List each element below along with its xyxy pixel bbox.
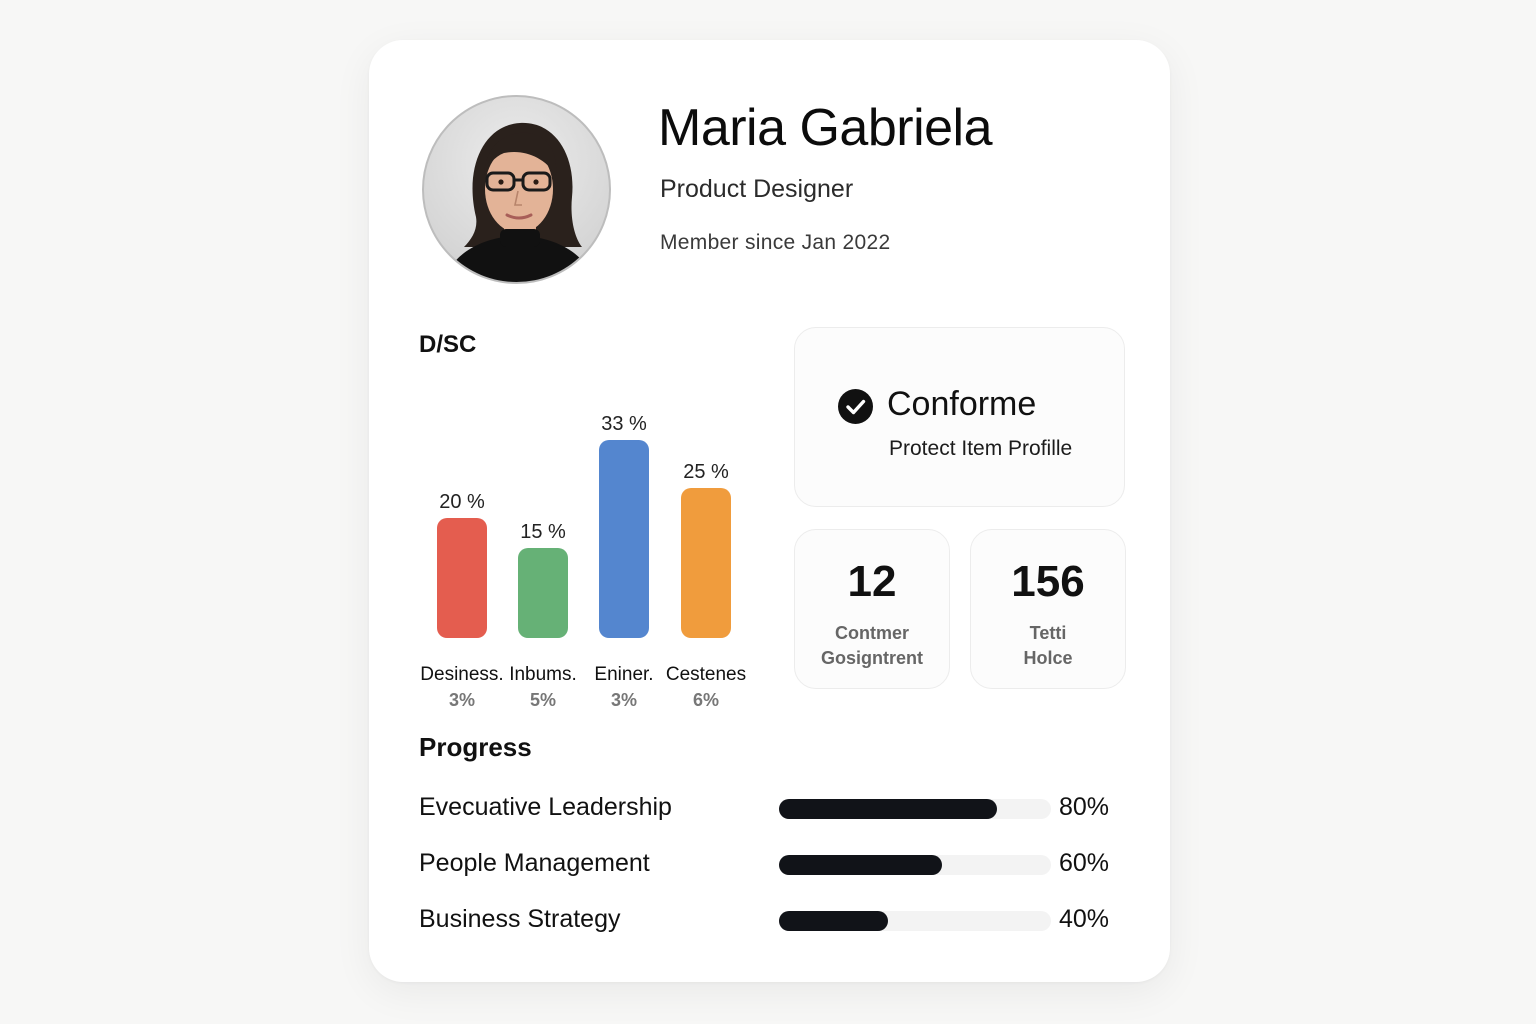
- category-sublabel: 3%: [611, 690, 637, 710]
- status-subtitle: Protect Item Profille: [889, 437, 1073, 460]
- stat-card: 156 Tetti Holce: [970, 529, 1126, 689]
- progress-value: 60%: [1059, 849, 1110, 877]
- progress-label: Evecuative Leadership: [419, 793, 672, 821]
- bar-value-label: 25 %: [683, 461, 729, 483]
- progress-track: [779, 799, 1051, 819]
- bar-value-label: 15 %: [520, 521, 566, 543]
- bar-2: [518, 548, 568, 638]
- member-since: Member since Jan 2022: [660, 231, 891, 254]
- progress-fill: [779, 799, 997, 819]
- bar-value-label: 20 %: [439, 491, 485, 513]
- category-sublabel: 3%: [449, 690, 475, 710]
- category-label: Cestenes: [666, 664, 746, 685]
- category-label: Eniner.: [594, 664, 653, 685]
- progress-track: [779, 911, 1051, 931]
- stat-label-line: Tetti: [1029, 623, 1067, 643]
- profile-name: Maria Gabriela: [658, 99, 993, 157]
- status-card: Conforme Protect Item Profille: [794, 327, 1125, 507]
- profile-card: Maria Gabriela Product Designer Member s…: [369, 40, 1170, 982]
- status-title: Conforme: [887, 385, 1037, 423]
- category-sublabel: 6%: [693, 690, 719, 710]
- progress-row: People Management 60%: [419, 845, 1119, 885]
- stat-value: 12: [847, 557, 897, 606]
- stat-card: 12 Contmer Gosigntrent: [794, 529, 950, 689]
- bar-3: [599, 440, 649, 638]
- progress-label: People Management: [419, 849, 650, 877]
- bar-value-label: 33 %: [601, 413, 647, 435]
- progress-fill: [779, 911, 888, 931]
- bar-1: [437, 518, 487, 638]
- profile-role: Product Designer: [660, 175, 854, 203]
- chart-title: D/SC: [419, 331, 477, 358]
- stat-label: Contmer Gosigntrent: [795, 621, 949, 671]
- avatar: [422, 95, 611, 284]
- bar-4: [681, 488, 731, 638]
- progress-fill: [779, 855, 943, 875]
- progress-label: Business Strategy: [419, 905, 621, 933]
- avatar-portrait-image: [443, 122, 595, 282]
- stat-label-line: Contmer: [834, 623, 909, 643]
- stat-label-line: Gosigntrent: [821, 648, 923, 668]
- stat-label-line: Holce: [1023, 648, 1073, 668]
- disc-bar-chart: 20 % Desiness. 3% 15 % Inbums. 5% 33 % Eniner. 3…: [409, 360, 769, 720]
- progress-row: Evecuative Leadership 80%: [419, 789, 1119, 829]
- category-label: Desiness.: [420, 664, 503, 685]
- chart-canvas: 20 % Desiness. 3% 15 % Inbums. 5% 33 % Eniner. 3…: [420, 413, 746, 710]
- check-circle-icon: [838, 389, 873, 424]
- stat-label: Tetti Holce: [971, 621, 1125, 671]
- progress-title: Progress: [419, 732, 532, 762]
- category-sublabel: 5%: [530, 690, 556, 710]
- stat-value: 156: [1011, 557, 1085, 606]
- progress-track: [779, 855, 1051, 875]
- progress-row: Business Strategy 40%: [419, 901, 1119, 941]
- category-label: Inbums.: [509, 664, 577, 685]
- progress-value: 80%: [1059, 793, 1110, 821]
- progress-value: 40%: [1059, 905, 1110, 933]
